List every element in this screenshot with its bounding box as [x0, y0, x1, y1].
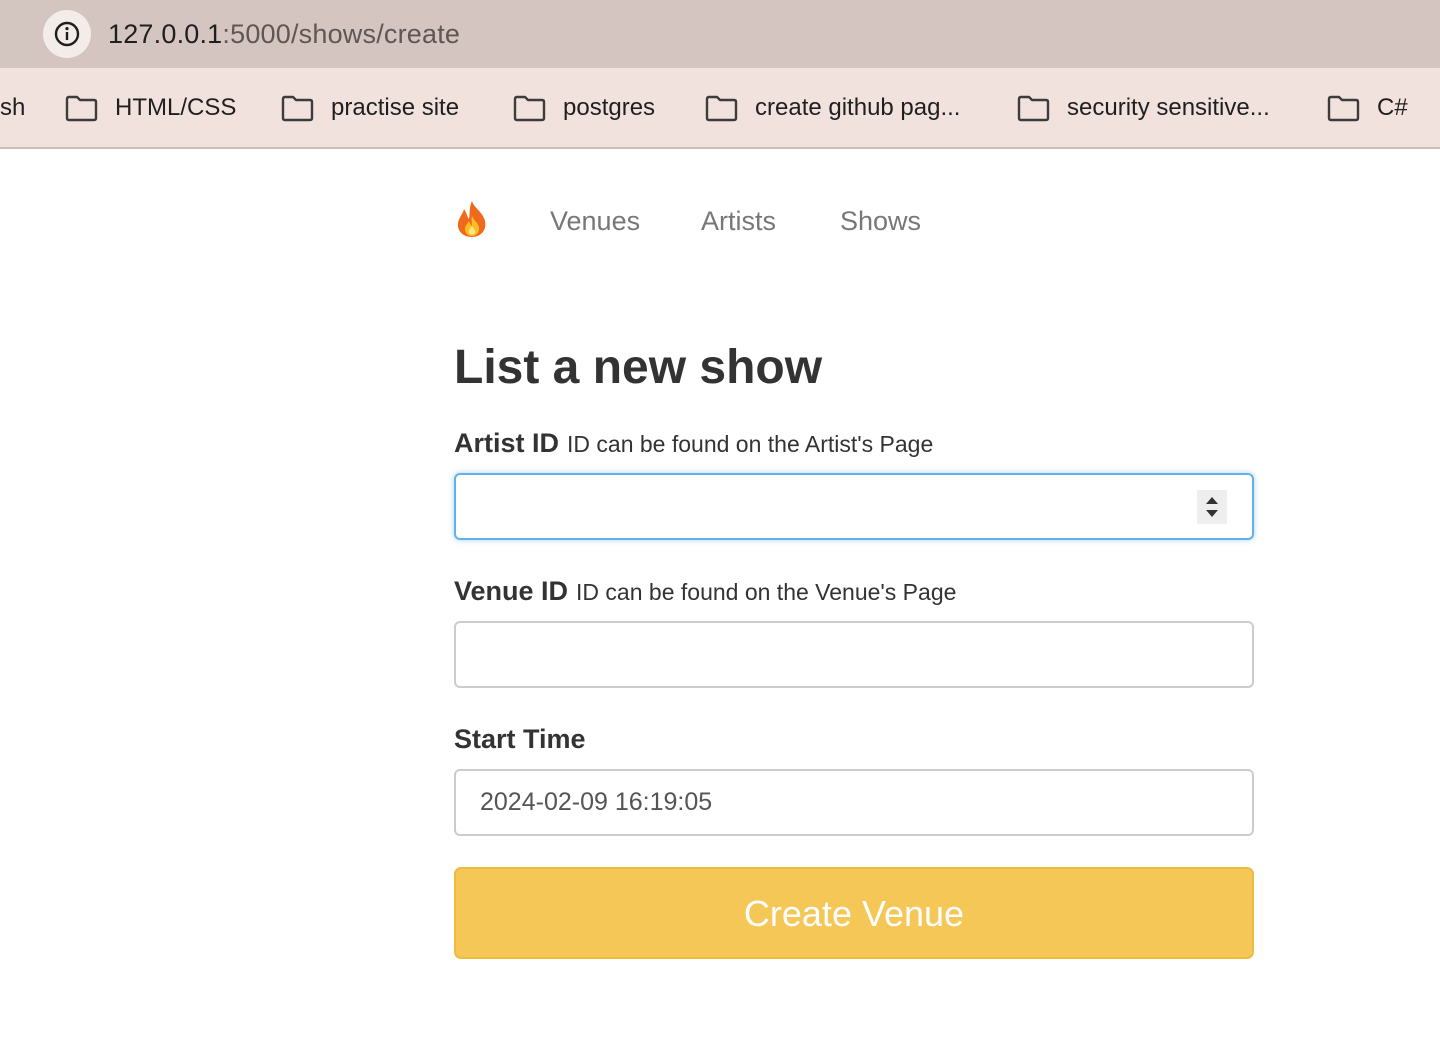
folder-icon [1327, 95, 1360, 121]
bookmark-label: C# [1377, 94, 1408, 121]
venue-id-input[interactable] [454, 621, 1254, 688]
url-text[interactable]: 127.0.0.1:5000/shows/create [108, 17, 460, 51]
nav-link-shows[interactable]: Shows [840, 204, 921, 238]
create-venue-button[interactable]: Create Venue [454, 867, 1254, 959]
folder-icon [705, 95, 738, 121]
folder-icon [513, 95, 546, 121]
url-host: 127.0.0.1 [108, 19, 223, 49]
bookmark-folder-postgres[interactable]: postgres [513, 68, 655, 148]
folder-icon [281, 95, 314, 121]
venue-id-hint: ID can be found on the Venue's Page [576, 579, 957, 605]
fire-icon[interactable] [455, 200, 489, 238]
folder-icon [1017, 95, 1050, 121]
artist-id-label: Artist ID ID can be found on the Artist's… [454, 428, 933, 459]
nav-link-venues[interactable]: Venues [550, 204, 640, 238]
bookmark-label: create github pag... [755, 94, 961, 121]
number-spinner-icon[interactable] [1197, 490, 1227, 524]
artist-id-hint: ID can be found on the Artist's Page [567, 431, 934, 457]
venue-id-label-text: Venue ID [454, 576, 569, 606]
bookmarks-bar: sh HTML/CSS practise site postgres creat… [0, 68, 1440, 149]
artist-id-input[interactable] [454, 473, 1254, 540]
folder-icon [65, 95, 98, 121]
bookmark-item[interactable]: sh [0, 68, 25, 148]
bookmark-folder-security-sensitive[interactable]: security sensitive... [1017, 68, 1270, 148]
bookmark-label: HTML/CSS [115, 94, 237, 121]
page-title: List a new show [454, 341, 823, 394]
bookmark-folder-create-github-pages[interactable]: create github pag... [705, 68, 960, 148]
bookmark-label: sh [0, 94, 26, 121]
start-time-label: Start Time [454, 724, 586, 755]
venue-id-label: Venue ID ID can be found on the Venue's P… [454, 576, 956, 607]
artist-id-label-text: Artist ID [454, 428, 560, 458]
start-time-label-text: Start Time [454, 724, 586, 754]
nav-link-artists[interactable]: Artists [701, 204, 776, 238]
bookmark-folder-practise-site[interactable]: practise site [281, 68, 459, 148]
bookmark-label: practise site [331, 94, 460, 121]
bookmark-folder-csharp[interactable]: C# [1327, 68, 1408, 148]
bookmark-label: security sensitive... [1067, 94, 1270, 121]
bookmark-label: postgres [563, 94, 656, 121]
info-icon [54, 21, 80, 47]
bookmark-folder-html-css[interactable]: HTML/CSS [65, 68, 236, 148]
start-time-input[interactable]: 2024-02-09 16:19:05 [454, 769, 1254, 836]
url-path: :5000/shows/create [222, 19, 461, 49]
start-time-value: 2024-02-09 16:19:05 [480, 788, 713, 816]
